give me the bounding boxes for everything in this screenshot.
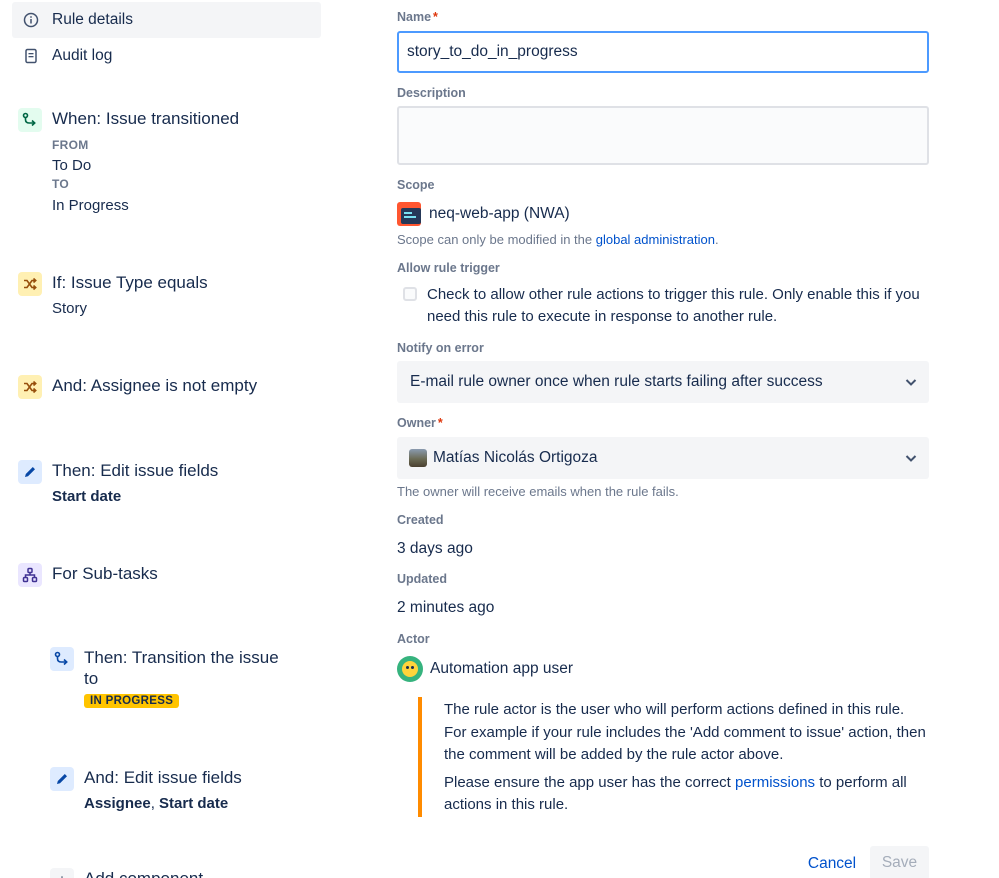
actor-label: Actor <box>397 632 430 646</box>
component-title: Then: Edit issue fields <box>52 461 219 480</box>
description-input[interactable] <box>397 106 929 165</box>
component-title: If: Issue Type equals <box>52 273 208 292</box>
chevron-down-icon <box>903 374 919 390</box>
save-button[interactable]: Save <box>870 846 929 878</box>
field-start-date: Start date <box>159 795 229 812</box>
scope-value: neq-web-app (NWA) <box>397 202 570 226</box>
actor-note-permissions: Please ensure the app user has the corre… <box>444 773 907 814</box>
avatar <box>409 449 427 467</box>
to-caption: TO <box>52 177 70 191</box>
name-label: Name * <box>397 10 438 24</box>
component-action-transition[interactable]: Then: Transition the issue to IN PROGRES… <box>50 647 320 712</box>
avatar <box>397 656 423 682</box>
component-title-cont: to <box>84 669 99 688</box>
global-administration-link[interactable]: global administration <box>596 232 715 247</box>
nav-label: Audit log <box>52 47 113 64</box>
actor-note-text: The rule actor is the user who will perf… <box>444 701 926 763</box>
permissions-link[interactable]: permissions <box>735 774 815 791</box>
shuffle-icon <box>18 375 42 399</box>
owner-value: Matías Nicolás Ortigoza <box>433 449 598 466</box>
separator: , <box>150 795 160 812</box>
component-title: When: Issue transitioned <box>52 109 240 128</box>
allow-trigger-checkbox[interactable] <box>403 287 417 301</box>
nav-audit-log[interactable]: Audit log <box>12 38 321 74</box>
component-title: For Sub-tasks <box>52 564 158 583</box>
actor-name: Automation app user <box>430 660 574 677</box>
document-icon <box>23 48 39 64</box>
rule-sidebar: Rule details Audit log When: Issue trans… <box>0 0 330 878</box>
owner-help: The owner will receive emails when the r… <box>397 484 679 499</box>
hierarchy-icon <box>18 563 42 587</box>
to-value: In Progress <box>52 197 129 214</box>
cancel-button[interactable]: Cancel <box>795 848 869 878</box>
component-value: Start date <box>52 488 122 505</box>
add-icon: + <box>50 868 74 878</box>
owner-label: Owner * <box>397 416 443 430</box>
updated-value: 2 minutes ago <box>397 599 495 616</box>
component-title: And: Assignee is not empty <box>52 376 258 395</box>
updated-label: Updated <box>397 572 447 586</box>
transition-icon <box>18 108 42 132</box>
add-component-label: Add component <box>84 869 203 878</box>
component-trigger[interactable]: When: Issue transitioned FROM To Do TO I… <box>18 108 318 218</box>
component-condition-issue-type[interactable]: If: Issue Type equals Story <box>18 272 318 322</box>
nav-label: Rule details <box>52 11 133 28</box>
allow-trigger-label: Allow rule trigger <box>397 261 500 275</box>
from-caption: FROM <box>52 138 89 152</box>
component-title: And: Edit issue fields <box>84 768 242 787</box>
created-label: Created <box>397 513 444 527</box>
description-label: Description <box>397 86 466 100</box>
status-badge: IN PROGRESS <box>84 694 180 708</box>
transition-icon <box>50 647 74 671</box>
allow-trigger-text: Check to allow other rule actions to tri… <box>427 286 920 325</box>
shuffle-icon <box>18 272 42 296</box>
from-value: To Do <box>52 157 92 174</box>
notify-value: E-mail rule owner once when rule starts … <box>410 373 823 390</box>
chevron-down-icon <box>903 450 919 466</box>
component-action-edit-fields[interactable]: Then: Edit issue fields Start date <box>18 460 318 510</box>
field-assignee: Assignee <box>84 795 151 812</box>
pencil-icon <box>50 767 74 791</box>
actor-value: Automation app user <box>397 656 573 682</box>
component-value: Story <box>52 300 88 317</box>
notify-select[interactable]: E-mail rule owner once when rule starts … <box>397 361 929 403</box>
add-component-button[interactable]: + Add component <box>50 868 320 878</box>
created-value: 3 days ago <box>397 540 473 557</box>
project-avatar <box>397 202 421 226</box>
notify-label: Notify on error <box>397 341 484 355</box>
info-icon <box>23 12 39 28</box>
pencil-icon <box>18 460 42 484</box>
scope-name: neq-web-app (NWA) <box>429 205 570 222</box>
owner-select[interactable]: Matías Nicolás Ortigoza <box>397 437 929 479</box>
nav-rule-details[interactable]: Rule details <box>12 2 321 38</box>
scope-help: Scope can only be modified in the global… <box>397 232 719 247</box>
rule-name-input[interactable] <box>397 31 929 73</box>
component-title: Then: Transition the issue <box>84 648 279 667</box>
actor-info-note: The rule actor is the user who will perf… <box>418 697 929 817</box>
component-condition-assignee[interactable]: And: Assignee is not empty <box>18 375 318 405</box>
component-action-edit-fields-2[interactable]: And: Edit issue fields Assignee, Start d… <box>50 767 320 817</box>
component-branch-subtasks[interactable]: For Sub-tasks <box>18 563 318 593</box>
scope-label: Scope <box>397 178 435 192</box>
